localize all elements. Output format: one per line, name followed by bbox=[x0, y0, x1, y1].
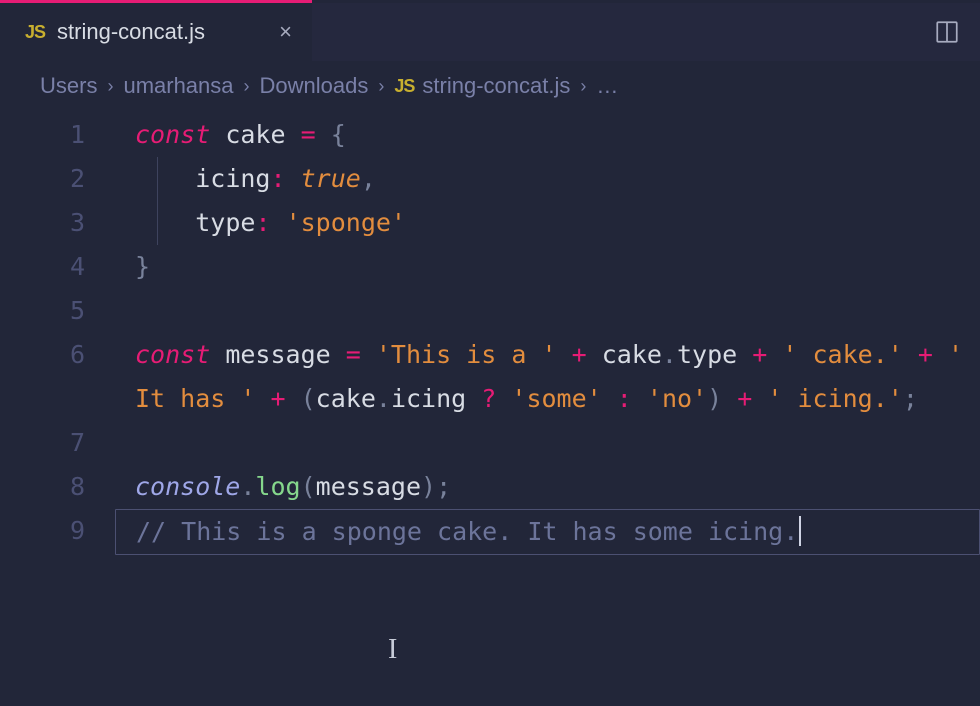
code-line[interactable]: 6 const message = 'This is a ' + cake.ty… bbox=[0, 333, 980, 421]
code-line[interactable]: 7 bbox=[0, 421, 980, 465]
code-line[interactable]: 3 type: 'sponge' bbox=[0, 201, 980, 245]
tab-string-concat[interactable]: JS string-concat.js × bbox=[0, 3, 312, 61]
line-number: 2 bbox=[0, 157, 115, 201]
close-icon[interactable]: × bbox=[279, 19, 292, 45]
js-file-icon: JS bbox=[25, 22, 45, 43]
code-content[interactable]: } bbox=[115, 245, 980, 289]
code-editor[interactable]: 1 const cake = { 2 icing: true, 3 type: … bbox=[0, 111, 980, 555]
code-line[interactable]: 9 // This is a sponge cake. It has some … bbox=[0, 509, 980, 555]
code-line[interactable]: 8 console.log(message); bbox=[0, 465, 980, 509]
line-number: 7 bbox=[0, 421, 115, 465]
line-number: 4 bbox=[0, 245, 115, 289]
chevron-right-icon: › bbox=[244, 76, 250, 97]
crumb-downloads[interactable]: Downloads bbox=[260, 73, 369, 99]
indent-guide bbox=[157, 157, 158, 201]
tab-bar: JS string-concat.js × bbox=[0, 3, 980, 61]
code-line[interactable]: 1 const cake = { bbox=[0, 113, 980, 157]
code-content[interactable]: const message = 'This is a ' + cake.type… bbox=[115, 333, 980, 421]
code-content[interactable]: const cake = { bbox=[115, 113, 980, 157]
line-number: 3 bbox=[0, 201, 115, 245]
crumb-file[interactable]: JS string-concat.js bbox=[394, 73, 570, 99]
chevron-right-icon: › bbox=[378, 76, 384, 97]
crumb-umarhansa[interactable]: umarhansa bbox=[123, 73, 233, 99]
crumb-file-name: string-concat.js bbox=[422, 73, 570, 99]
line-number: 8 bbox=[0, 465, 115, 509]
js-file-icon: JS bbox=[394, 76, 414, 97]
code-line[interactable]: 2 icing: true, bbox=[0, 157, 980, 201]
text-cursor-icon: I bbox=[388, 634, 397, 666]
code-content[interactable]: type: 'sponge' bbox=[115, 201, 980, 245]
tab-title: string-concat.js bbox=[57, 19, 205, 45]
line-number: 1 bbox=[0, 113, 115, 157]
code-line[interactable]: 4 } bbox=[0, 245, 980, 289]
code-content[interactable]: icing: true, bbox=[115, 157, 980, 201]
chevron-right-icon: › bbox=[107, 76, 113, 97]
indent-guide bbox=[157, 201, 158, 245]
chevron-right-icon: › bbox=[580, 76, 586, 97]
cursor bbox=[799, 516, 801, 546]
code-line[interactable]: 5 bbox=[0, 289, 980, 333]
crumb-ellipsis[interactable]: … bbox=[596, 73, 618, 99]
code-content[interactable]: console.log(message); bbox=[115, 465, 980, 509]
line-number: 9 bbox=[0, 509, 115, 553]
line-number: 6 bbox=[0, 333, 115, 377]
split-editor-icon[interactable] bbox=[934, 19, 960, 45]
line-number: 5 bbox=[0, 289, 115, 333]
breadcrumb[interactable]: Users › umarhansa › Downloads › JS strin… bbox=[0, 61, 980, 111]
crumb-users[interactable]: Users bbox=[40, 73, 97, 99]
code-content[interactable]: // This is a sponge cake. It has some ic… bbox=[115, 509, 980, 555]
